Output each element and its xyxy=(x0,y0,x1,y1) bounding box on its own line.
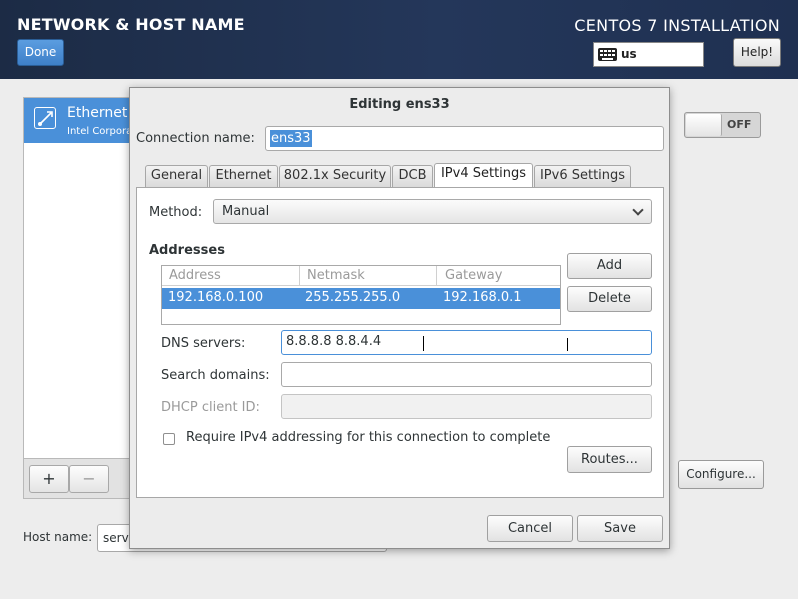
device-list-toolbar: + − xyxy=(23,459,133,499)
device-name: Ethernet xyxy=(67,105,128,121)
search-domains-input[interactable] xyxy=(281,362,652,387)
table-header: Address Netmask Gateway xyxy=(162,266,560,286)
ipv4-settings-panel: Method: Manual Addresses Address Netmask… xyxy=(136,187,664,498)
dns-servers-value: 8.8.8.8 8.8.4.4 xyxy=(286,334,382,349)
netmask-cell[interactable]: 255.255.255.0 xyxy=(305,290,400,305)
method-value: Manual xyxy=(222,204,270,219)
help-button[interactable]: Help! xyxy=(733,38,781,67)
method-select[interactable]: Manual xyxy=(213,199,652,224)
hostname-label: Host name: xyxy=(23,530,93,544)
keyboard-layout-label: us xyxy=(621,47,637,61)
column-header-gateway[interactable]: Gateway xyxy=(445,268,502,283)
toggle-knob xyxy=(686,114,722,136)
column-header-netmask[interactable]: Netmask xyxy=(307,268,365,283)
tab-ethernet[interactable]: Ethernet xyxy=(209,165,278,187)
save-button[interactable]: Save xyxy=(577,515,663,542)
require-ipv4-label[interactable]: Require IPv4 addressing for this connect… xyxy=(186,430,550,445)
table-row[interactable]: 192.168.0.100 255.255.255.0 192.168.0.1 xyxy=(162,288,560,309)
gateway-cell[interactable]: 192.168.0.1 xyxy=(443,290,522,305)
remove-device-button[interactable]: − xyxy=(69,465,109,493)
text-cursor xyxy=(423,336,424,351)
toggle-state-label: OFF xyxy=(727,118,752,131)
dns-servers-input[interactable]: 8.8.8.8 8.8.4.4 xyxy=(281,330,652,355)
product-title: CENTOS 7 INSTALLATION xyxy=(574,16,780,35)
addresses-heading: Addresses xyxy=(149,243,225,258)
add-address-button[interactable]: Add xyxy=(567,253,652,279)
chevron-down-icon xyxy=(632,204,644,216)
method-label: Method: xyxy=(149,205,203,220)
tab-ipv4-settings[interactable]: IPv4 Settings xyxy=(434,163,533,188)
dhcp-client-id-label: DHCP client ID: xyxy=(161,400,260,415)
addresses-table[interactable]: Address Netmask Gateway 192.168.0.100 25… xyxy=(161,265,561,325)
routes-button[interactable]: Routes... xyxy=(567,446,652,473)
address-cell[interactable]: 192.168.0.100 xyxy=(168,290,263,305)
configure-button[interactable]: Configure... xyxy=(678,460,764,489)
dialog-title: Editing ens33 xyxy=(349,97,450,112)
ibeam-cursor-icon xyxy=(567,338,572,351)
done-button[interactable]: Done xyxy=(17,39,64,66)
device-enable-toggle[interactable]: OFF xyxy=(684,112,761,138)
device-list: Ethernet Intel Corporation xyxy=(23,97,151,459)
connection-name-value: ens33 xyxy=(270,130,312,147)
page-title: NETWORK & HOST NAME xyxy=(17,15,245,34)
tab-8021x-security[interactable]: 802.1x Security xyxy=(279,165,391,187)
cancel-button[interactable]: Cancel xyxy=(487,515,573,542)
tab-ipv6-settings[interactable]: IPv6 Settings xyxy=(534,165,631,187)
dhcp-client-id-input xyxy=(281,394,652,419)
edit-connection-dialog: Editing ens33 Connection name: ens33 Gen… xyxy=(129,87,670,549)
search-domains-label: Search domains: xyxy=(161,368,270,383)
delete-address-button[interactable]: Delete xyxy=(567,286,652,312)
tab-dcb[interactable]: DCB xyxy=(392,165,433,187)
require-ipv4-checkbox[interactable] xyxy=(163,433,175,445)
top-bar: NETWORK & HOST NAME Done CENTOS 7 INSTAL… xyxy=(0,0,798,79)
keyboard-icon xyxy=(598,48,617,61)
device-item-ethernet[interactable]: Ethernet Intel Corporation xyxy=(24,98,151,143)
connection-name-input[interactable]: ens33 xyxy=(265,126,664,151)
connection-name-label: Connection name: xyxy=(136,131,255,146)
tab-general[interactable]: General xyxy=(145,165,208,187)
add-device-button[interactable]: + xyxy=(29,465,69,493)
network-wired-icon xyxy=(34,107,56,129)
keyboard-layout-indicator[interactable]: us xyxy=(593,42,704,67)
column-header-address[interactable]: Address xyxy=(169,268,221,283)
dns-servers-label: DNS servers: xyxy=(161,336,246,351)
